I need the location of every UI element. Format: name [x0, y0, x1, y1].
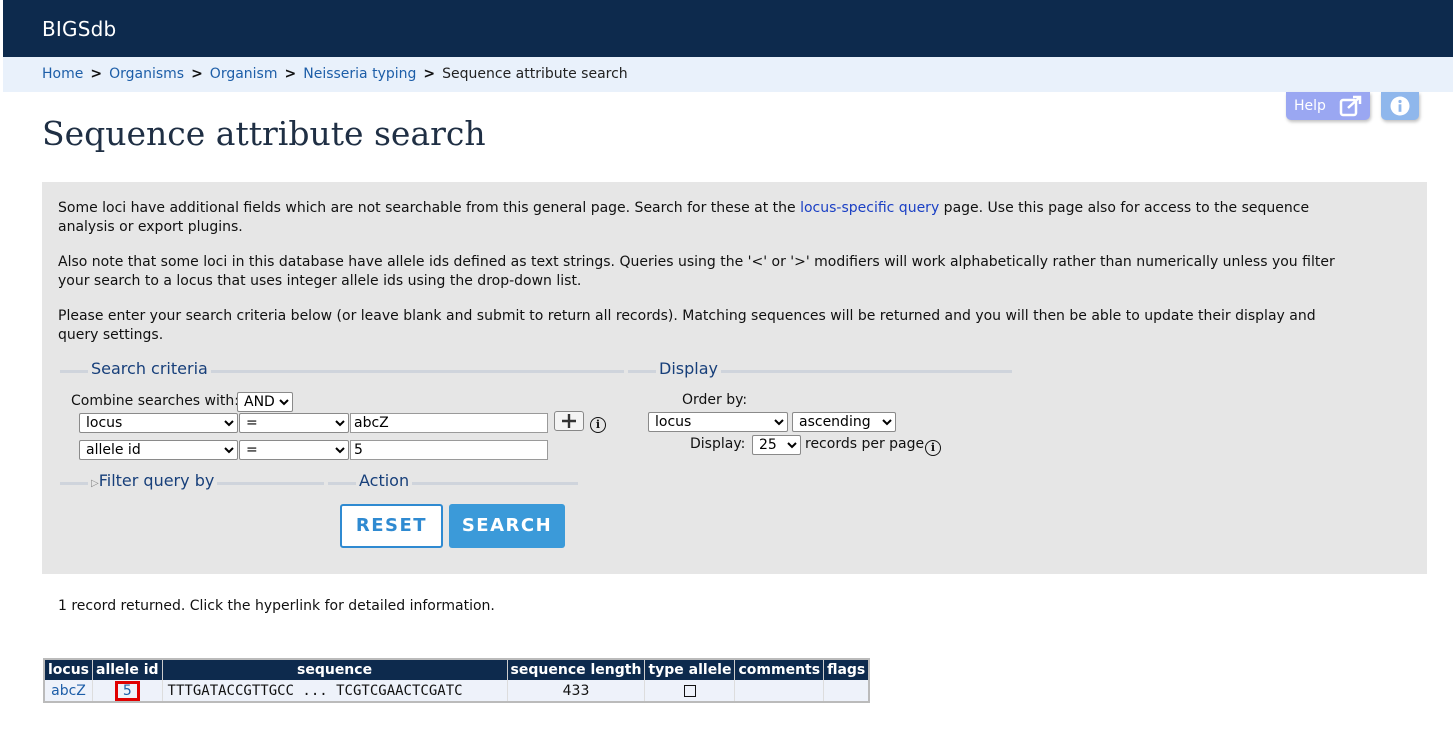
action-legend: Action — [356, 471, 413, 490]
breadcrumb-separator: > — [284, 66, 297, 82]
info-circle-icon — [1390, 96, 1410, 120]
cell-type-allele — [644, 680, 736, 702]
table-row: abcZ 5 TTTGATACCGTTGCC ... TCGTCGAACTCGA… — [44, 680, 870, 702]
info-button[interactable] — [1381, 92, 1419, 120]
criteria-field-select-2[interactable]: allele id — [79, 440, 238, 460]
display-label: Display: — [690, 436, 746, 452]
cell-flags — [823, 680, 870, 702]
allele-id-link[interactable]: 5 — [114, 680, 140, 701]
cell-locus: abcZ — [44, 680, 94, 702]
column-header-comments[interactable]: comments — [734, 659, 825, 680]
search-criteria-fieldset: Search criteria Combine searches with: A… — [60, 359, 624, 483]
criteria-value-input-2[interactable] — [350, 440, 548, 460]
criteria-field-select-1[interactable]: locus — [79, 413, 238, 433]
header-bar: BIGSdb — [3, 0, 1453, 57]
cell-allele-id: 5 — [92, 680, 163, 702]
locus-specific-query-link[interactable]: locus-specific query — [800, 200, 939, 216]
breadcrumb-home[interactable]: Home — [42, 66, 83, 82]
breadcrumb-current: Sequence attribute search — [442, 66, 628, 82]
criteria-value-input-1[interactable] — [350, 413, 548, 433]
criteria-operator-select-2[interactable]: = — [239, 440, 349, 460]
query-panel: Some loci have additional fields which a… — [42, 182, 1427, 574]
breadcrumb-separator: > — [90, 66, 103, 82]
site-brand[interactable]: BIGSdb — [42, 17, 116, 41]
type-allele-checkbox-icon — [683, 684, 696, 697]
intro-text: Some loci have additional fields which a… — [58, 200, 801, 216]
combine-label: Combine searches with: — [71, 393, 239, 409]
column-header-type-allele[interactable]: type allele — [644, 659, 736, 680]
filter-legend[interactable]: ▷Filter query by — [88, 471, 218, 490]
reset-button[interactable]: RESET — [340, 504, 443, 548]
search-button[interactable]: SEARCH — [449, 504, 565, 548]
order-by-select[interactable]: locus — [648, 412, 788, 432]
page-title: Sequence attribute search — [42, 114, 486, 153]
locus-link[interactable]: abcZ — [51, 683, 86, 699]
help-button[interactable]: Help — [1286, 92, 1370, 120]
intro-paragraph-1: Some loci have additional fields which a… — [58, 199, 1358, 237]
cell-sequence: TTTGATACCGTTGCC ... TCGTCGAACTCGATC — [162, 680, 508, 702]
results-table: locus allele id sequence sequence length… — [43, 658, 871, 703]
intro-paragraph-3: Please enter your search criteria below … — [58, 308, 1316, 343]
column-header-sequence-length[interactable]: sequence length — [507, 659, 646, 680]
breadcrumb-separator: > — [191, 66, 203, 82]
sort-direction-select[interactable]: ascending — [792, 412, 896, 432]
display-legend: Display — [656, 359, 721, 378]
order-by-label: Order by: — [682, 392, 748, 408]
expand-arrow-icon: ▷ — [91, 478, 99, 489]
add-criteria-button[interactable] — [554, 411, 584, 431]
column-header-sequence[interactable]: sequence — [162, 659, 508, 680]
plus-icon — [562, 414, 576, 428]
info-icon[interactable]: i — [590, 417, 606, 433]
combine-operator-select[interactable]: AND — [237, 392, 293, 412]
breadcrumb: Home > Organisms > Organism > Neisseria typing… — [3, 57, 1453, 92]
display-fieldset: Display Order by: locus ascending Displa… — [628, 359, 1012, 483]
cell-comments — [734, 680, 825, 702]
info-icon[interactable]: i — [925, 440, 941, 456]
external-link-icon — [1339, 95, 1363, 127]
results-message: 1 record returned. Click the hyperlink f… — [58, 598, 495, 614]
records-per-page-select[interactable]: 25 — [752, 435, 801, 455]
breadcrumb-neisseria-typing[interactable]: Neisseria typing — [303, 66, 416, 82]
table-header-row: locus allele id sequence sequence length… — [44, 659, 870, 680]
intro-paragraph-2: Also note that some loci in this databas… — [58, 254, 1335, 289]
filter-legend-label: Filter query by — [98, 471, 215, 490]
criteria-operator-select-1[interactable]: = — [239, 413, 349, 433]
records-per-page-label: records per page — [805, 436, 925, 452]
search-criteria-legend: Search criteria — [88, 359, 211, 378]
filter-fieldset: ▷Filter query by — [60, 471, 324, 545]
action-fieldset: Action RESET SEARCH — [328, 471, 578, 555]
help-label: Help — [1294, 98, 1326, 114]
breadcrumb-organisms[interactable]: Organisms — [109, 66, 184, 82]
column-header-allele-id[interactable]: allele id — [92, 659, 163, 680]
column-header-locus[interactable]: locus — [44, 659, 94, 680]
breadcrumb-separator: > — [423, 66, 436, 82]
column-header-flags[interactable]: flags — [823, 659, 870, 680]
breadcrumb-organism[interactable]: Organism — [210, 66, 278, 82]
cell-sequence-length: 433 — [507, 680, 646, 702]
